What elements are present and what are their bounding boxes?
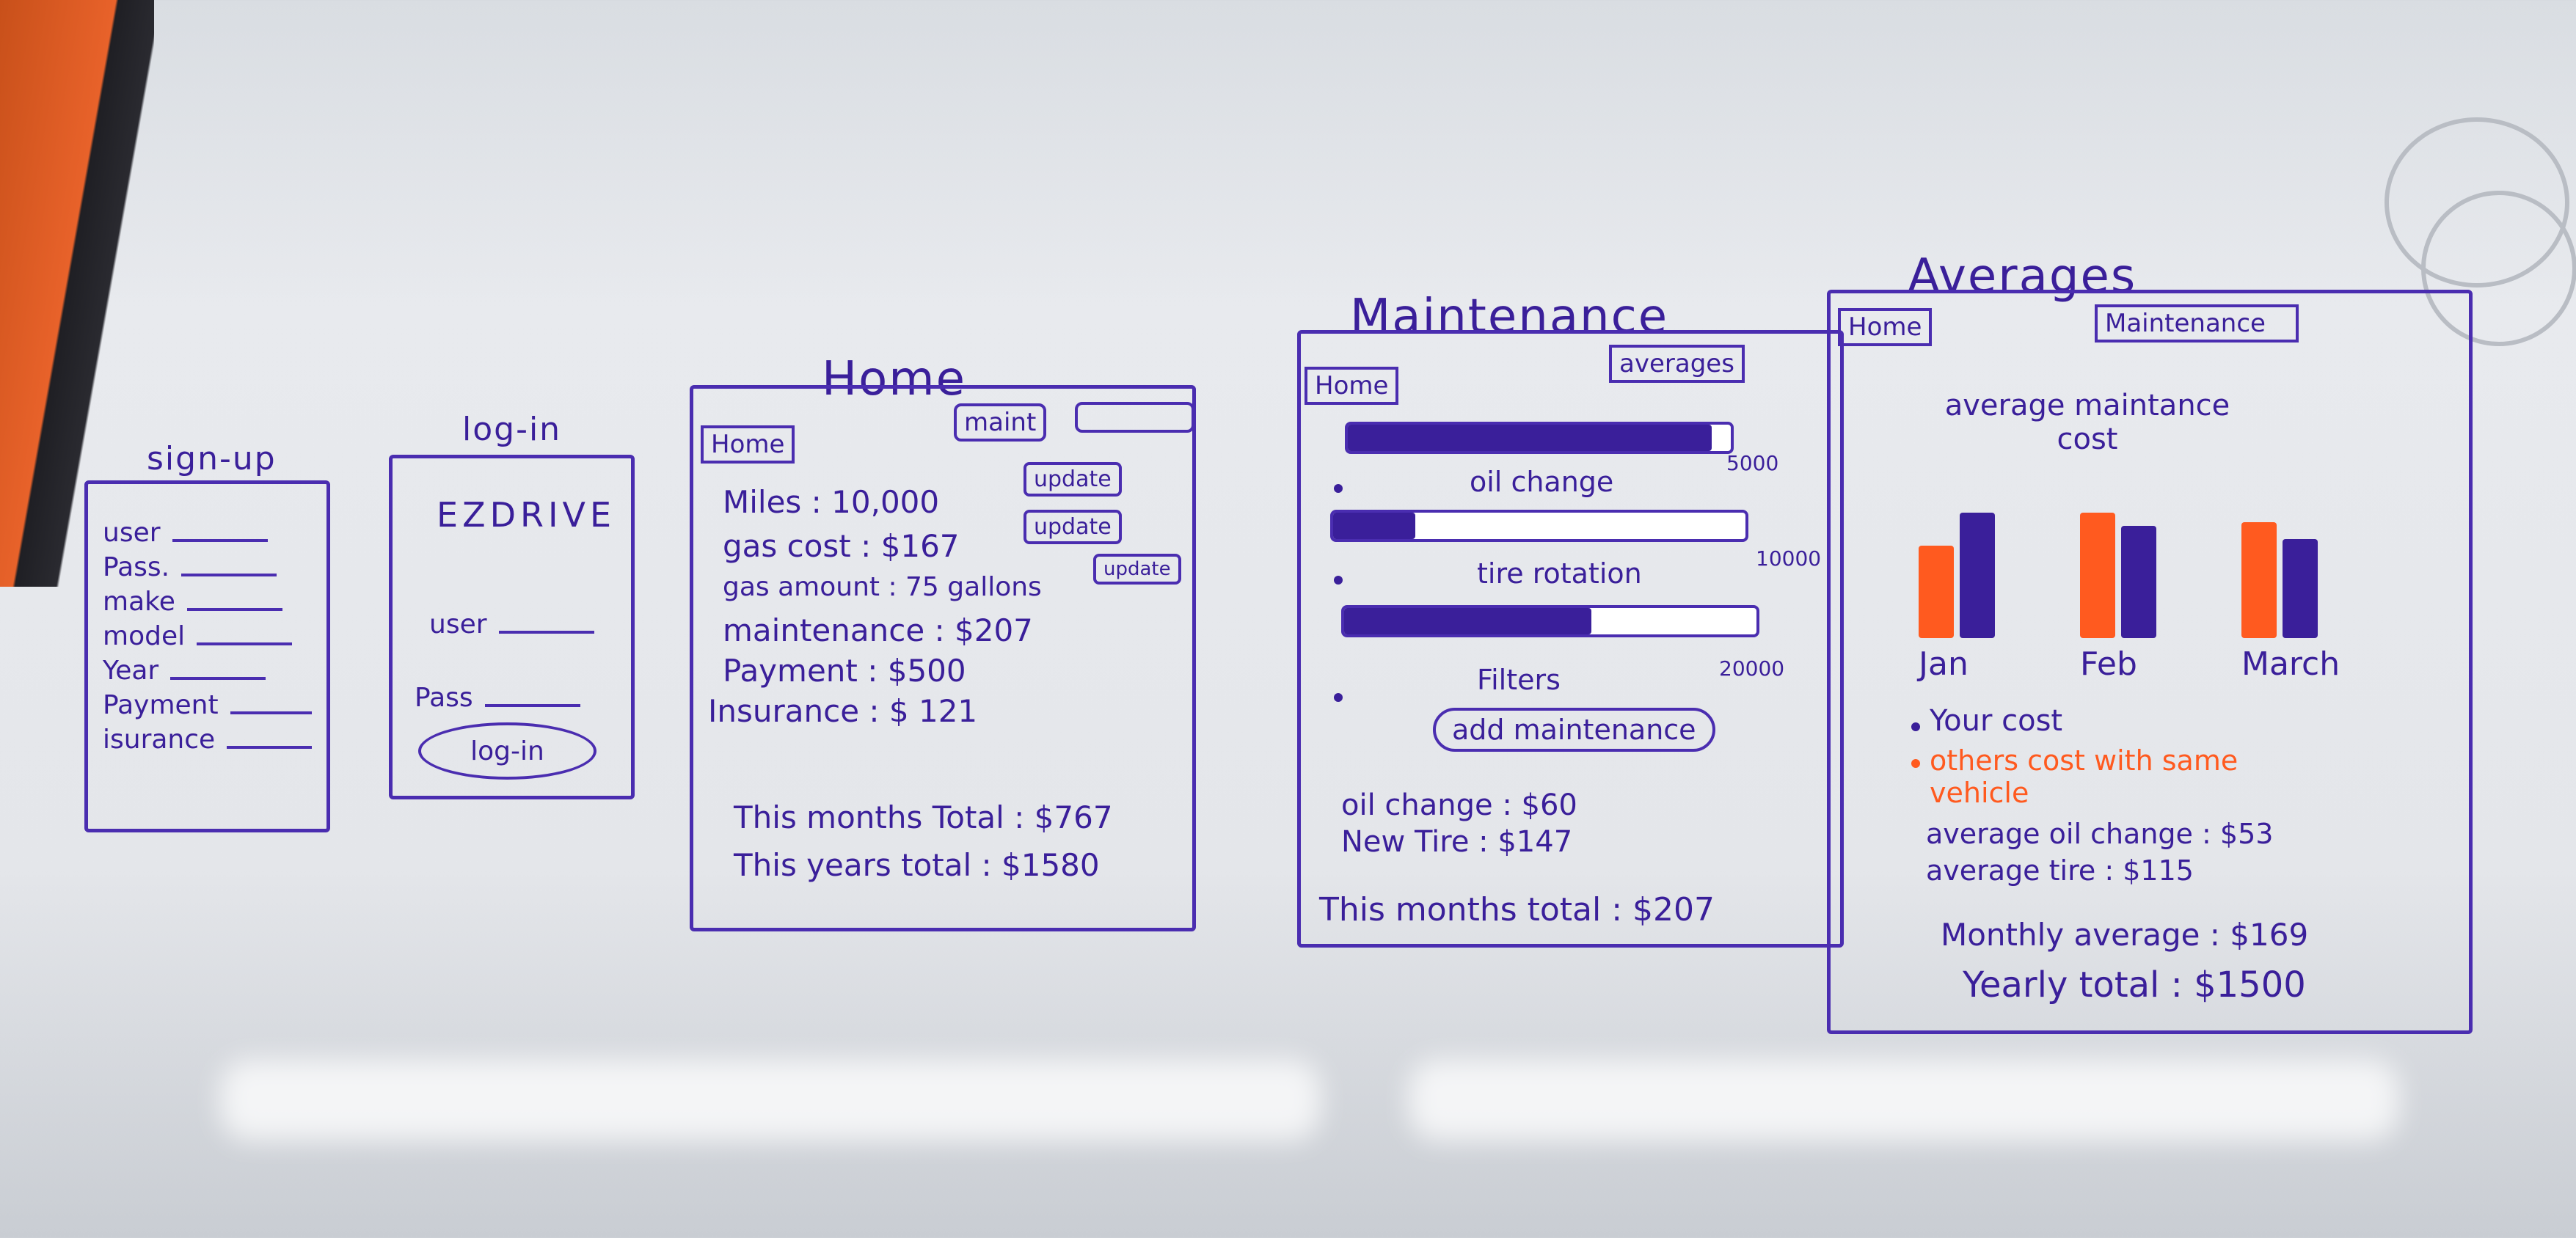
month-total: This months total : $207 <box>1319 891 1715 928</box>
signup-field[interactable]: Payment <box>103 690 312 720</box>
legend-marker-others-cost <box>1911 759 1920 768</box>
chart-bar-march-others-cost <box>2241 521 2277 638</box>
chart-bar-feb-others-cost <box>2080 513 2115 638</box>
maintenance-screen: Home averages oil change 5000 tire rotat… <box>1297 330 1844 948</box>
signup-field[interactable]: Year <box>103 656 312 686</box>
signup-field[interactable]: isurance <box>103 725 312 755</box>
legend-marker-your-cost <box>1911 722 1920 731</box>
chart-x-label: Feb <box>2080 645 2137 683</box>
year-total: This years total : $1580 <box>734 847 1100 883</box>
gas-cost-value: gas cost : $167 <box>723 528 960 564</box>
signup-field[interactable]: user <box>103 518 312 548</box>
tab-averages[interactable]: averages <box>1609 345 1745 383</box>
averages-screen: Home Maintenance average maintance cost … <box>1827 290 2473 1034</box>
signup-field[interactable]: make <box>103 587 312 617</box>
signup-screen: user Pass. make model Year Payment isura… <box>84 480 330 832</box>
tire-rotation-progress <box>1330 510 1748 542</box>
progress-fill <box>1333 513 1416 539</box>
gas-amount-value: gas amount : 75 gallons <box>723 572 1042 602</box>
chart-bar-jan-your-cost <box>1960 513 1995 638</box>
update-miles-button[interactable]: update <box>1024 462 1122 497</box>
tab-maintenance[interactable]: maint <box>954 403 1047 442</box>
chart-x-axis: Jan Feb March <box>1911 645 2396 683</box>
login-screen: EZDRIVE user Pass log-in <box>389 455 635 799</box>
bar-max: 20000 <box>1719 656 1785 681</box>
miles-value: Miles : 10,000 <box>723 484 940 520</box>
signup-field[interactable]: model <box>103 621 312 651</box>
login-button[interactable]: log-in <box>418 722 596 780</box>
zero-marker <box>1334 576 1343 585</box>
chart-bar-jan-others-cost <box>1919 546 1954 638</box>
oil-change-progress <box>1345 422 1734 454</box>
chart-bar-march-your-cost <box>2283 539 2318 638</box>
average-cost-chart <box>1911 506 2396 638</box>
bar-label: tire rotation <box>1477 557 1642 590</box>
login-user-field[interactable]: user <box>429 609 605 640</box>
tab-maintenance[interactable]: Maintenance <box>2095 304 2299 343</box>
payment-value: Payment : $500 <box>723 653 966 689</box>
filters-progress <box>1341 605 1759 637</box>
average-tire: average tire : $115 <box>1926 854 2194 887</box>
yearly-total: Yearly total : $1500 <box>1963 964 2306 1006</box>
zero-marker <box>1334 484 1343 493</box>
chart-x-label: Jan <box>1919 645 1969 683</box>
signup-field[interactable]: Pass. <box>103 552 312 582</box>
signup-title: sign-up <box>147 440 277 477</box>
tab-home[interactable]: Home <box>1838 308 1933 346</box>
bar-max: 5000 <box>1726 451 1779 475</box>
maintenance-item: New Tire : $147 <box>1341 825 1573 859</box>
progress-fill <box>1344 608 1592 634</box>
bar-max: 10000 <box>1756 546 1822 571</box>
bar-label: Filters <box>1477 664 1561 696</box>
update-gas-cost-button[interactable]: update <box>1024 510 1122 544</box>
monthly-average: Monthly average : $169 <box>1941 917 2309 953</box>
average-oil-change: average oil change : $53 <box>1926 818 2274 850</box>
light-reflection <box>1409 1060 2399 1140</box>
login-title: log-in <box>462 411 562 448</box>
login-pass-field[interactable]: Pass <box>415 683 605 713</box>
tab-home[interactable]: Home <box>701 425 795 464</box>
bar-label: oil change <box>1470 466 1614 498</box>
maintenance-value: maintenance : $207 <box>723 612 1033 648</box>
legend-your-cost: Your cost <box>1930 704 2063 738</box>
insurance-value: Insurance : $ 121 <box>708 693 978 729</box>
app-brand: EZDRIVE <box>437 495 616 535</box>
update-gas-amount-button[interactable]: update <box>1093 554 1181 585</box>
maintenance-item: oil change : $60 <box>1341 788 1577 822</box>
legend-others-cost: others cost with same vehicle <box>1930 744 2239 809</box>
home-screen: Home maint Miles : 10,000 update gas cos… <box>690 385 1196 931</box>
light-reflection <box>220 1060 1321 1140</box>
add-maintenance-button[interactable]: add maintenance <box>1433 708 1715 752</box>
tab-averages[interactable] <box>1075 402 1194 433</box>
zero-marker <box>1334 693 1343 702</box>
chart-bar-feb-your-cost <box>2121 526 2156 638</box>
chart-x-label: March <box>2241 645 2340 683</box>
chart-title: average maintance cost <box>1944 389 2230 456</box>
tab-home[interactable]: Home <box>1305 367 1399 405</box>
month-total: This months Total : $767 <box>734 799 1113 835</box>
progress-fill <box>1348 425 1712 451</box>
